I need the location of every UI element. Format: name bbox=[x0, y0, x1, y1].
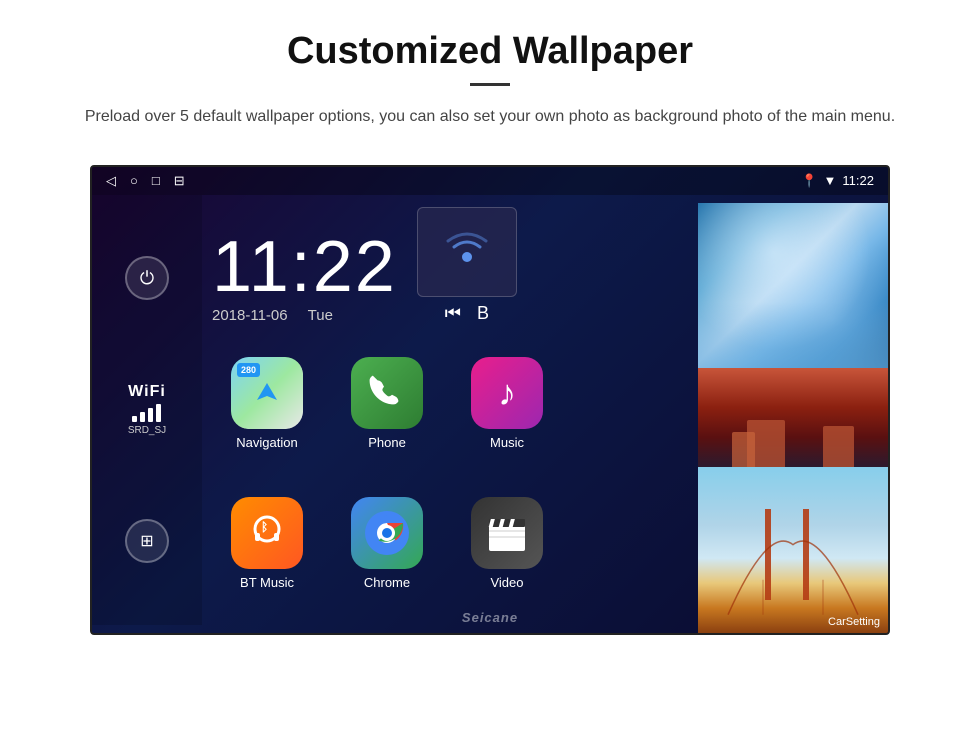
home-nav-icon[interactable]: ○ bbox=[130, 173, 138, 188]
app-video[interactable]: Video bbox=[452, 479, 562, 609]
music-note-icon: ♪ bbox=[498, 372, 516, 414]
clock-day: Tue bbox=[308, 307, 333, 324]
wifi-bar-3 bbox=[148, 408, 153, 422]
media-controls: ⏮ B bbox=[445, 303, 489, 324]
clock-date-value: 2018-11-06 bbox=[212, 307, 288, 324]
bluetooth-icon: ᛒ bbox=[247, 513, 287, 553]
screenshot-nav-icon[interactable]: ⊟ bbox=[174, 173, 185, 189]
page-wrapper: Customized Wallpaper Preload over 5 defa… bbox=[0, 0, 980, 635]
clock-time: 11:22 bbox=[212, 231, 397, 303]
page-subtitle: Preload over 5 default wallpaper options… bbox=[80, 104, 900, 130]
phone-label: Phone bbox=[368, 435, 406, 450]
navigation-arrow-icon bbox=[252, 378, 282, 408]
clock-section: 11:22 2018-11-06 Tue bbox=[212, 231, 397, 324]
wallpaper-panel: CarSetting bbox=[698, 203, 888, 633]
chrome-label: Chrome bbox=[364, 575, 410, 590]
power-button[interactable]: ⏻ bbox=[125, 256, 169, 300]
status-time: 11:22 bbox=[842, 173, 874, 188]
clapperboard-icon bbox=[485, 511, 529, 555]
prev-track-icon[interactable]: ⏮ bbox=[445, 303, 461, 324]
app-music[interactable]: ♪ Music bbox=[452, 339, 562, 469]
status-right: 📍 ▼ 11:22 bbox=[801, 173, 874, 189]
chrome-icon bbox=[351, 497, 423, 569]
app-bt-music[interactable]: ᛒ BT Music bbox=[212, 479, 322, 609]
music-icon: ♪ bbox=[471, 357, 543, 429]
wifi-bar-2 bbox=[140, 412, 145, 422]
navigation-label: Navigation bbox=[236, 435, 297, 450]
wifi-bar-1 bbox=[132, 416, 137, 422]
location-icon: 📍 bbox=[801, 173, 817, 189]
app-phone[interactable]: Phone bbox=[332, 339, 442, 469]
music-label: Music bbox=[490, 435, 524, 450]
wifi-bars bbox=[128, 404, 166, 422]
page-title: Customized Wallpaper bbox=[80, 30, 900, 73]
navigation-icon: 280 bbox=[231, 357, 303, 429]
video-icon bbox=[471, 497, 543, 569]
broadcast-icon bbox=[442, 227, 492, 277]
clock-date: 2018-11-06 Tue bbox=[212, 307, 397, 324]
carsetting-label: CarSetting bbox=[828, 616, 880, 628]
wifi-ssid: SRD_SJ bbox=[128, 425, 166, 436]
bridge-cables-svg bbox=[698, 467, 888, 632]
phone-handset-icon bbox=[368, 374, 406, 412]
left-sidebar: ⏻ WiFi SRD_SJ ⊞ bbox=[92, 195, 202, 625]
status-left: ◁ ○ □ ⊟ bbox=[106, 173, 185, 189]
bt-music-label: BT Music bbox=[240, 575, 294, 590]
signal-icon: ▼ bbox=[824, 173, 837, 188]
status-bar: ◁ ○ □ ⊟ 📍 ▼ 11:22 bbox=[92, 167, 888, 195]
wifi-bar-4 bbox=[156, 404, 161, 422]
back-nav-icon[interactable]: ◁ bbox=[106, 173, 116, 189]
video-label: Video bbox=[490, 575, 523, 590]
svg-text:ᛒ: ᛒ bbox=[261, 520, 268, 534]
app-chrome[interactable]: Chrome bbox=[332, 479, 442, 609]
navigation-map-bg: 280 bbox=[231, 357, 303, 429]
phone-icon bbox=[351, 357, 423, 429]
chrome-logo-icon bbox=[365, 511, 409, 555]
wallpaper-thumb-2 bbox=[698, 368, 888, 467]
app-navigation[interactable]: 280 Navigation bbox=[212, 339, 322, 469]
device-screen: ◁ ○ □ ⊟ 📍 ▼ 11:22 ⏻ bbox=[90, 165, 890, 635]
wifi-widget: WiFi SRD_SJ bbox=[128, 383, 166, 436]
ice-bottom-overlay bbox=[698, 302, 888, 368]
device-wrapper: ◁ ○ □ ⊟ 📍 ▼ 11:22 ⏻ bbox=[0, 165, 980, 635]
page-header: Customized Wallpaper Preload over 5 defa… bbox=[0, 0, 980, 150]
grid-button[interactable]: ⊞ bbox=[125, 519, 169, 563]
next-track-icon[interactable]: B bbox=[477, 303, 489, 324]
wallpaper-thumb-1 bbox=[698, 203, 888, 368]
media-widget bbox=[417, 207, 517, 297]
navigation-badge: 280 bbox=[237, 363, 260, 377]
wifi-label: WiFi bbox=[128, 383, 166, 401]
recents-nav-icon[interactable]: □ bbox=[152, 173, 160, 188]
bt-music-icon: ᛒ bbox=[231, 497, 303, 569]
title-divider bbox=[470, 83, 510, 86]
wallpaper-thumb-3: CarSetting bbox=[698, 467, 888, 632]
